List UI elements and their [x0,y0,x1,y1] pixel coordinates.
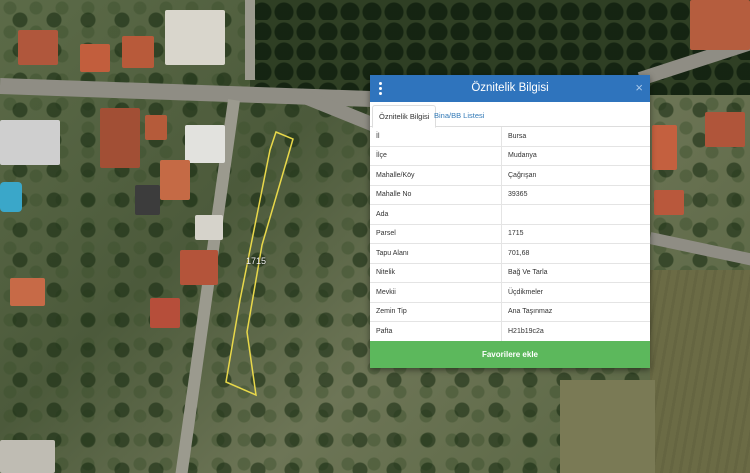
table-row: Zemin Tip Ana Taşınmaz [370,301,650,322]
table-row: Parsel 1715 [370,223,650,244]
attribute-info-panel: Öznitelik Bilgisi × Öznitelik Bilgisi Bi… [370,75,650,368]
attribute-key: İl [370,127,502,146]
attribute-key: İlçe [370,145,502,166]
attribute-key: Zemin Tip [370,301,502,322]
attribute-key: Ada [370,204,502,224]
panel-tabs: Öznitelik Bilgisi Bina/BB Listesi [370,102,650,128]
table-row: Pafta H21b19c2a [370,321,650,341]
parcel-number-label: 1715 [246,256,267,266]
attribute-value: Bağ Ve Tarla [501,262,650,283]
table-row: İl Bursa [370,127,650,146]
attribute-key: Pafta [370,321,502,341]
attribute-value: Mudanya [501,145,650,166]
attribute-value [501,204,650,224]
tab-building-list[interactable]: Bina/BB Listesi [428,105,490,126]
attribute-key: Nitelik [370,262,502,283]
attribute-value: 39365 [501,184,650,205]
table-row: Mevkii Üçdikmeler [370,282,650,302]
table-row: Nitelik Bağ Ve Tarla [370,262,650,283]
panel-title: Öznitelik Bilgisi [471,82,549,94]
attribute-key: Mahalle/Köy [370,165,502,185]
attribute-key: Mevkii [370,282,502,302]
attribute-key: Parsel [370,223,502,244]
attribute-value: Bursa [508,132,527,140]
attribute-value: Üçdikmeler [501,282,650,302]
attribute-value: 1715 [501,223,650,244]
attribute-value: 701,68 [501,243,650,263]
table-row: Ada [370,204,650,224]
table-row: Tapu Alanı 701,68 [370,243,650,263]
attribute-value: H21b19c2a [501,321,650,341]
close-icon[interactable]: × [635,80,643,95]
attribute-value: Ana Taşınmaz [501,301,650,322]
attribute-key: Tapu Alanı [370,243,502,263]
table-row: İlçe Mudanya [370,145,650,166]
table-row: Mahalle/Köy Çağrışan [370,165,650,185]
tab-attribute-info[interactable]: Öznitelik Bilgisi [372,105,437,128]
attribute-table: İl Bursa İlçe Mudanya Mahalle/Köy Çağrışan … [370,127,650,341]
add-to-favorites-button[interactable]: Favorilere ekle [370,341,650,368]
attribute-value: Çağrışan [501,165,650,185]
table-row: Mahalle No 39365 [370,184,650,205]
panel-header: Öznitelik Bilgisi × [370,75,650,102]
attribute-key: Mahalle No [370,184,502,205]
